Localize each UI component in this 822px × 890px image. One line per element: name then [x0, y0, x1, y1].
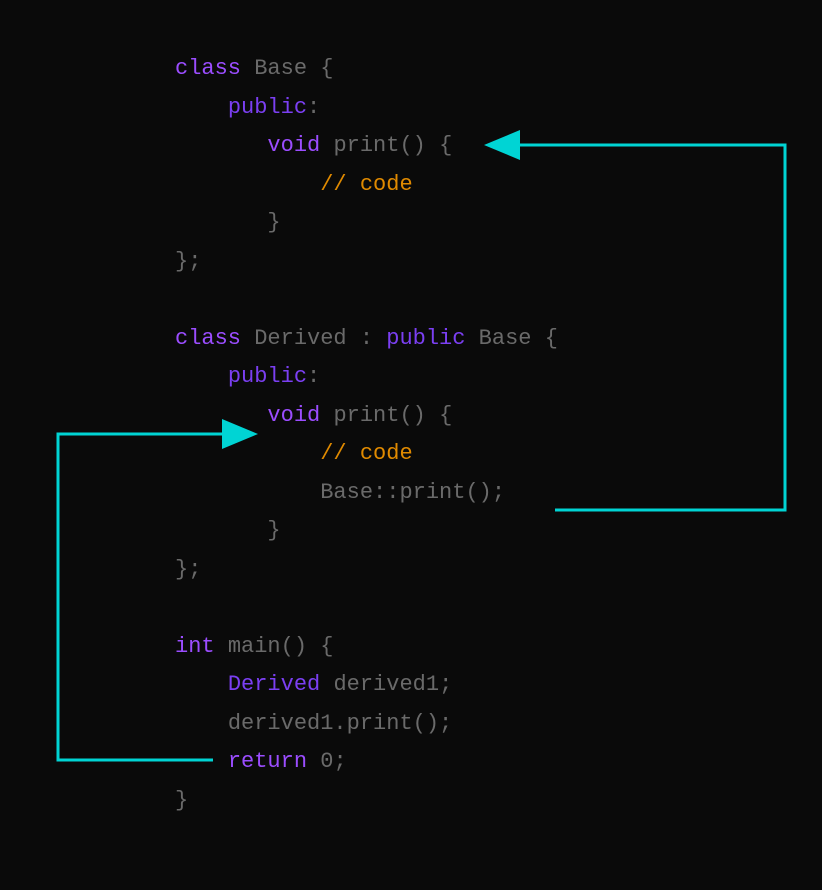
- line-main-def: int main() {: [175, 628, 822, 667]
- code-block: class Base { public: void print() { // c…: [175, 50, 822, 820]
- line-derived-print-def: void print() {: [175, 397, 822, 436]
- line-class-base: class Base {: [175, 50, 822, 89]
- blank-2: [175, 589, 822, 628]
- line-derived-comment: // code: [175, 435, 822, 474]
- line-base-close-class: };: [175, 243, 822, 282]
- line-derived-public: public:: [175, 358, 822, 397]
- line-return: return 0;: [175, 743, 822, 782]
- line-base-public: public:: [175, 89, 822, 128]
- line-base-print-call: Base::print();: [175, 474, 822, 513]
- line-derived-close-fn: }: [175, 512, 822, 551]
- line-base-close-fn: }: [175, 204, 822, 243]
- blank-1: [175, 281, 822, 320]
- line-class-derived: class Derived : public Base {: [175, 320, 822, 359]
- line-derived-close-class: };: [175, 551, 822, 590]
- line-derived-var: Derived derived1;: [175, 666, 822, 705]
- line-main-close: }: [175, 782, 822, 821]
- line-base-print-def: void print() {: [175, 127, 822, 166]
- line-base-comment: // code: [175, 166, 822, 205]
- line-derived-print-call: derived1.print();: [175, 705, 822, 744]
